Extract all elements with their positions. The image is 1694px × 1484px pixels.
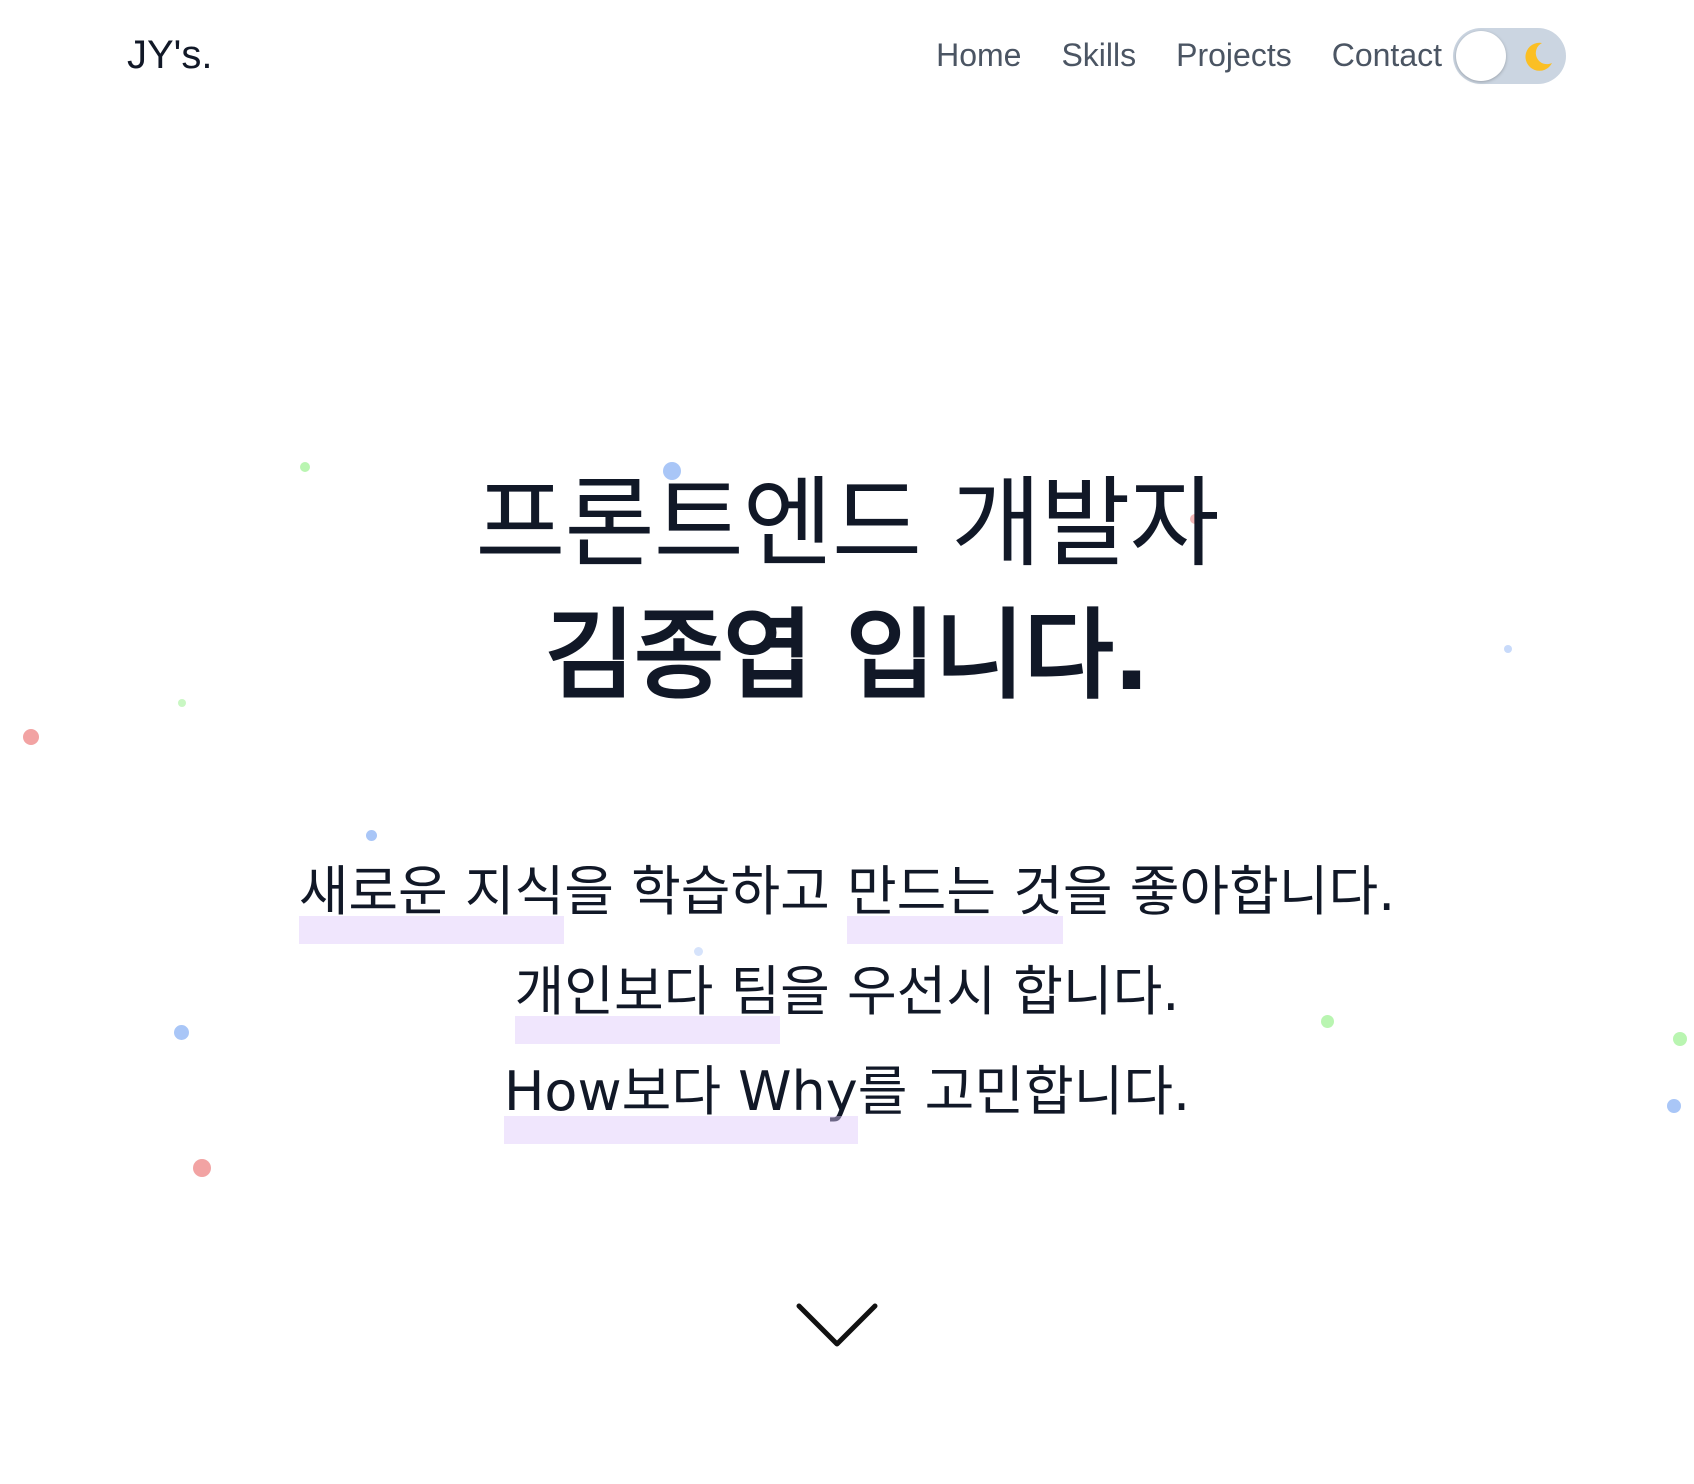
- hero-title: 프론트엔드 개발자 김종엽 입니다.: [0, 458, 1694, 722]
- particle-dot: [23, 729, 39, 745]
- hero-suffix: 입니다.: [812, 599, 1150, 713]
- hero-subtitle: 프론트엔드 개발자: [475, 467, 1219, 581]
- toggle-knob: [1456, 31, 1506, 81]
- highlight-text: 새로운 지식: [298, 842, 564, 944]
- nav-projects[interactable]: Projects: [1176, 30, 1292, 80]
- intro-line-3: How보다 Why를 고민합니다.: [0, 1042, 1694, 1144]
- intro-text-segment: 을 좋아합니다.: [1062, 860, 1396, 923]
- header: JY's. Home Skills Projects Contact: [0, 0, 1694, 112]
- intro-text-segment: 을 학습하고: [564, 860, 847, 923]
- particle-dot: [193, 1159, 211, 1177]
- nav-skills[interactable]: Skills: [1061, 30, 1136, 80]
- hero-name: 김종엽: [544, 599, 813, 713]
- highlight-text: 만드는 것: [847, 842, 1063, 944]
- hero-name-line: 김종엽 입니다.: [0, 590, 1694, 722]
- intro-text-segment: 을 우선시 합니다.: [780, 960, 1180, 1023]
- intro-text-segment: 를 고민합니다.: [857, 1060, 1191, 1123]
- intro-line-1: 새로운 지식을 학습하고 만드는 것을 좋아합니다.: [0, 842, 1694, 944]
- main-nav: Home Skills Projects Contact: [936, 30, 1442, 80]
- nav-home[interactable]: Home: [936, 30, 1021, 80]
- intro-line-2: 개인보다 팀을 우선시 합니다.: [0, 942, 1694, 1044]
- moon-icon: [1525, 42, 1552, 71]
- page: JY's. Home Skills Projects Contact 프론트엔드…: [0, 0, 1694, 1484]
- highlight-text: 개인보다 팀: [514, 942, 780, 1044]
- logo[interactable]: JY's.: [127, 30, 212, 80]
- particle-dot: [366, 830, 377, 841]
- theme-toggle[interactable]: [1453, 28, 1566, 84]
- chevron-down-icon[interactable]: [795, 1300, 879, 1350]
- intro-text: 새로운 지식을 학습하고 만드는 것을 좋아합니다. 개인보다 팀을 우선시 합…: [0, 842, 1694, 1144]
- nav-contact[interactable]: Contact: [1332, 30, 1442, 80]
- highlight-text: How보다 Why: [503, 1042, 858, 1144]
